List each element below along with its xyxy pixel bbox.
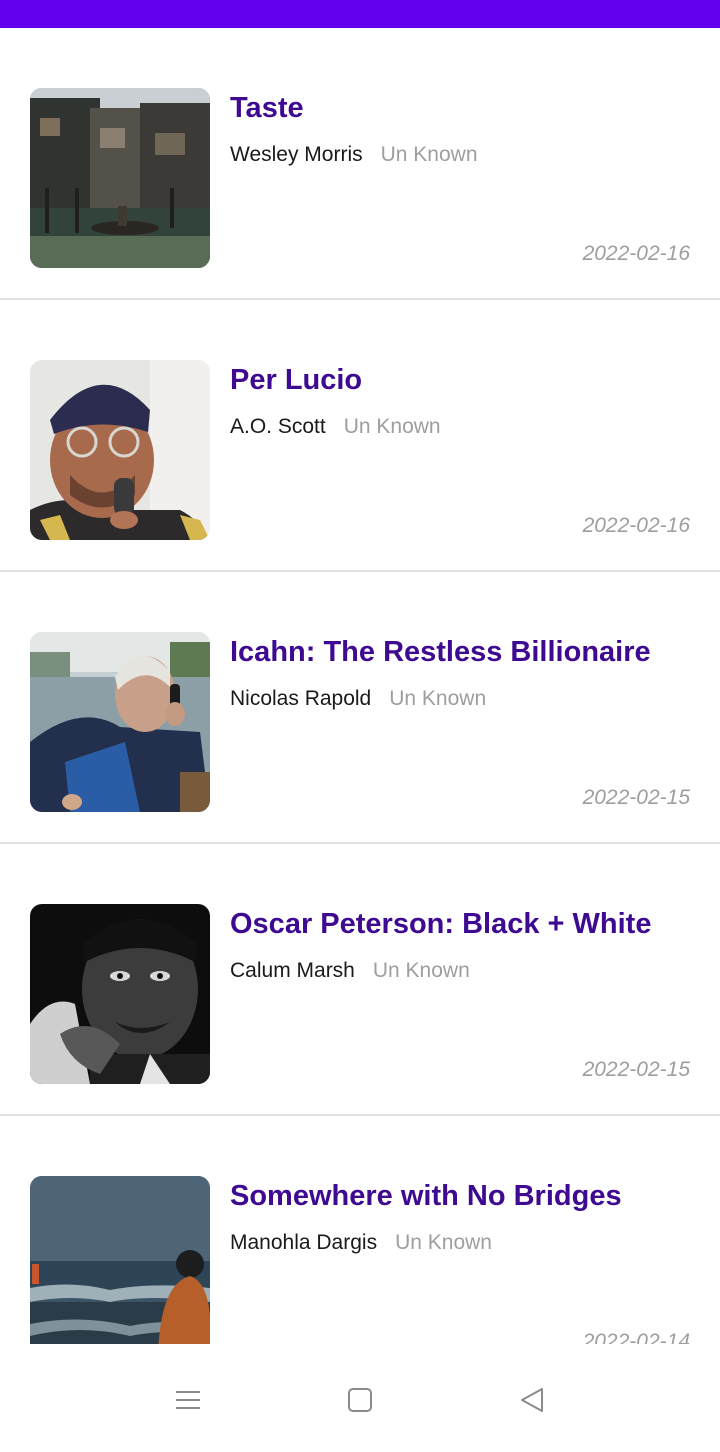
item-meta: A.O. Scott Un Known (230, 415, 441, 439)
item-status: Un Known (395, 1231, 492, 1254)
item-date: 2022-02-14 (582, 1330, 690, 1344)
list-item[interactable]: Oscar Peterson: Black + White Calum Mars… (0, 844, 720, 1116)
item-status: Un Known (380, 143, 478, 166)
item-title[interactable]: Somewhere with No Bridges (230, 1180, 700, 1213)
item-author: Manohla Dargis (230, 1231, 378, 1254)
item-meta: Nicolas Rapold Un Known (230, 687, 486, 711)
item-author: A.O. Scott (230, 415, 326, 438)
thumbnail-image (30, 88, 210, 268)
item-author: Nicolas Rapold (230, 687, 372, 710)
back-triangle-icon[interactable] (512, 1380, 552, 1420)
thumbnail-image (30, 360, 210, 540)
list-item[interactable]: Somewhere with No Bridges Manohla Dargis… (0, 1116, 720, 1344)
item-author: Calum Marsh (230, 959, 355, 982)
list-item[interactable]: Icahn: The Restless Billionaire Nicolas … (0, 572, 720, 844)
item-status: Un Known (372, 959, 470, 982)
system-navigation-bar (0, 1344, 720, 1452)
item-date: 2022-02-15 (582, 786, 690, 809)
item-meta: Manohla Dargis Un Known (230, 1231, 492, 1255)
list-item[interactable]: Taste Wesley Morris Un Known 2022-02-16 (0, 28, 720, 300)
movie-review-list[interactable]: Taste Wesley Morris Un Known 2022-02-16 (0, 28, 720, 1344)
status-bar (0, 0, 720, 28)
item-status: Un Known (343, 415, 441, 438)
thumbnail-image (30, 1176, 210, 1344)
item-meta: Calum Marsh Un Known (230, 959, 470, 983)
list-item[interactable]: Per Lucio A.O. Scott Un Known 2022-02-16 (0, 300, 720, 572)
item-title[interactable]: Icahn: The Restless Billionaire (230, 636, 700, 669)
home-square-icon[interactable] (340, 1380, 380, 1420)
thumbnail-image (30, 632, 210, 812)
item-meta: Wesley Morris Un Known (230, 143, 478, 167)
thumbnail-image (30, 904, 210, 1084)
item-date: 2022-02-15 (582, 1058, 690, 1081)
item-date: 2022-02-16 (582, 242, 690, 265)
item-title[interactable]: Oscar Peterson: Black + White (230, 908, 700, 941)
item-title[interactable]: Per Lucio (230, 364, 700, 397)
item-author: Wesley Morris (230, 143, 363, 166)
item-date: 2022-02-16 (582, 514, 690, 537)
item-title[interactable]: Taste (230, 92, 700, 125)
menu-icon[interactable] (168, 1380, 208, 1420)
item-status: Un Known (389, 687, 487, 710)
